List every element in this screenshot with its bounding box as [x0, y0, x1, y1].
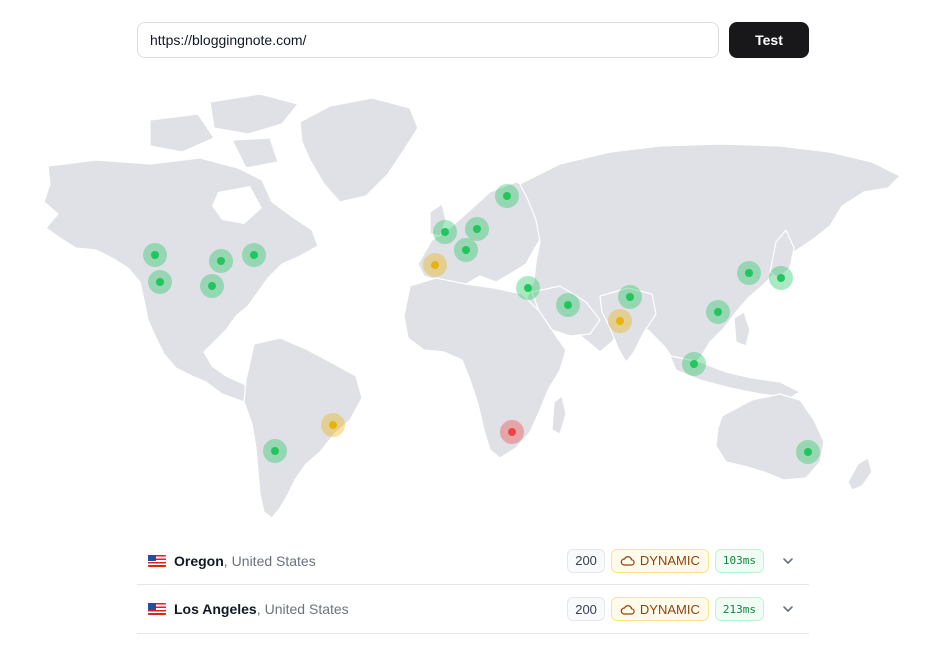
marker-dot: [777, 274, 785, 282]
land-asia: [519, 143, 902, 371]
result-row[interactable]: Oregon, United States 200 DYNAMIC 103ms: [137, 537, 809, 585]
cloud-icon: [620, 604, 635, 615]
location-marker[interactable]: Stockholm: [495, 184, 519, 208]
marker-dot: [503, 192, 511, 200]
marker-dot: [626, 293, 634, 301]
result-country: United States: [231, 552, 316, 569]
status-code-badge: 200: [567, 548, 605, 573]
location-marker[interactable]: Texas: [200, 274, 224, 298]
location-marker[interactable]: Sao Paulo: [321, 413, 345, 437]
continents: [43, 93, 902, 519]
location-marker[interactable]: Johannesburg: [500, 420, 524, 444]
marker-dot: [151, 251, 159, 259]
location-marker[interactable]: Mumbai: [608, 309, 632, 333]
marker-dot: [714, 308, 722, 316]
result-badges: 200 DYNAMIC 103ms: [567, 548, 764, 573]
result-row[interactable]: Los Angeles, United States 200 DYNAMIC 2…: [137, 585, 809, 634]
result-city: Los Angeles: [174, 601, 257, 617]
marker-dot: [156, 278, 164, 286]
location-marker[interactable]: Seoul: [737, 261, 761, 285]
marker-dot: [804, 448, 812, 456]
cache-badge-label: DYNAMIC: [639, 601, 700, 617]
location-marker[interactable]: Santiago: [263, 439, 287, 463]
location-marker[interactable]: Tel Aviv: [516, 276, 540, 300]
marker-dot: [441, 228, 449, 236]
land-philippines: [733, 311, 751, 347]
location-marker[interactable]: Delhi: [618, 285, 642, 309]
marker-dot: [564, 301, 572, 309]
test-button[interactable]: Test: [729, 22, 809, 58]
cache-badge-label: DYNAMIC: [639, 553, 700, 568]
land-australia: [715, 393, 825, 481]
land-new-zealand: [847, 457, 873, 491]
location-marker[interactable]: Madrid: [423, 253, 447, 277]
response-time-badge: 213ms: [714, 597, 764, 621]
land-arctic-islands: [149, 93, 300, 169]
marker-dot: [217, 257, 225, 265]
land-madagascar: [551, 394, 567, 435]
results-list: Oregon, United States 200 DYNAMIC 103ms …: [137, 537, 809, 634]
response-time-badge: 103ms: [714, 548, 764, 573]
chevron-down-icon[interactable]: [781, 602, 795, 616]
location-marker[interactable]: Sydney: [796, 440, 820, 464]
location-marker[interactable]: Tokyo: [769, 266, 793, 290]
location-marker[interactable]: Dubai: [556, 293, 580, 317]
marker-dot: [690, 360, 698, 368]
location-marker[interactable]: Frankfurt: [465, 217, 489, 241]
location-marker[interactable]: Virginia: [242, 243, 266, 267]
status-code-badge: 200: [567, 597, 605, 621]
result-separator: ,: [256, 601, 261, 617]
marker-dot: [745, 269, 753, 277]
marker-dot: [208, 282, 216, 290]
chevron-down-icon[interactable]: [781, 554, 795, 568]
marker-dot: [250, 251, 258, 259]
result-country: United States: [264, 601, 349, 617]
location-marker[interactable]: London: [433, 220, 457, 244]
us-flag-icon: [148, 603, 166, 615]
marker-dot: [616, 317, 624, 325]
result-badges: 200 DYNAMIC 213ms: [567, 597, 764, 621]
location-marker[interactable]: Los Angeles: [148, 270, 172, 294]
cache-badge: DYNAMIC: [610, 548, 709, 573]
location-marker[interactable]: Singapore: [682, 352, 706, 376]
marker-dot: [462, 246, 470, 254]
marker-dot: [524, 284, 532, 292]
result-separator: ,: [223, 552, 228, 569]
land-greenland: [299, 97, 419, 203]
url-input[interactable]: [137, 22, 719, 58]
marker-dot: [508, 428, 516, 436]
location-marker[interactable]: Hong Kong: [706, 300, 730, 324]
world-map: Oregon Los Angeles TexasChicago Virginia Sao…: [43, 93, 902, 519]
us-flag-icon: [148, 554, 166, 567]
location-marker[interactable]: Chicago: [209, 249, 233, 273]
cache-badge: DYNAMIC: [610, 597, 709, 621]
marker-dot: [329, 421, 337, 429]
cloud-icon: [620, 556, 635, 566]
location-marker[interactable]: Paris: [454, 238, 478, 262]
marker-dot: [431, 261, 439, 269]
marker-dot: [271, 447, 279, 455]
marker-dot: [473, 225, 481, 233]
location-marker[interactable]: Oregon: [143, 243, 167, 267]
result-city: Oregon: [174, 552, 224, 569]
